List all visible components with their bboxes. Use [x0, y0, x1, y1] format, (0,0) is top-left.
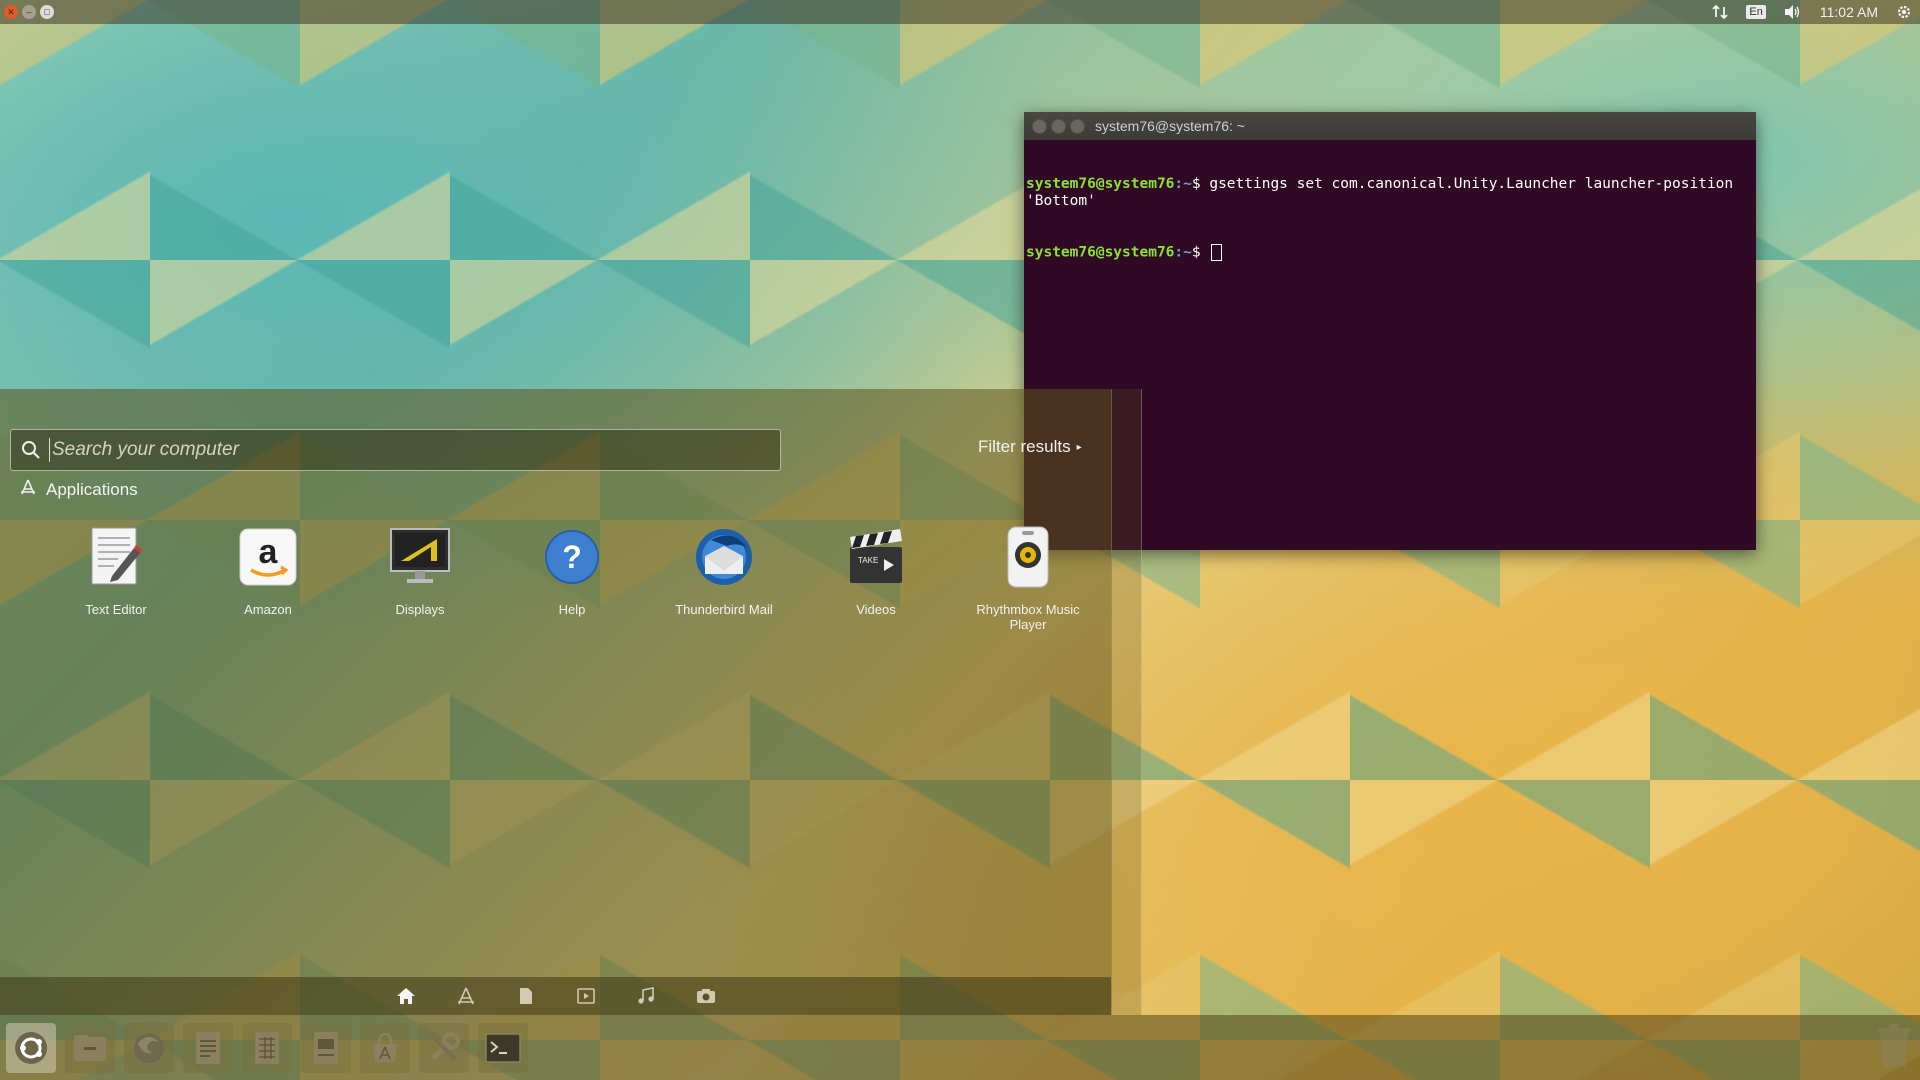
clock[interactable]: 11:02 AM: [1820, 4, 1878, 20]
app-label: Thunderbird Mail: [675, 602, 773, 617]
filter-results-label: Filter results: [978, 437, 1071, 456]
close-icon[interactable]: ✕: [4, 5, 18, 19]
app-label: Rhythmbox Music Player: [976, 602, 1080, 632]
app-amazon[interactable]: a Amazon: [192, 524, 344, 632]
maximize-icon[interactable]: □: [40, 5, 54, 19]
photos-icon[interactable]: [694, 984, 718, 1008]
applications-section-header[interactable]: Applications: [20, 479, 138, 500]
app-help[interactable]: ? Help: [496, 524, 648, 632]
app-label: Text Editor: [85, 602, 147, 617]
svg-text:TAKE: TAKE: [858, 556, 878, 565]
applications-icon[interactable]: [454, 984, 478, 1008]
volume-icon[interactable]: [1784, 4, 1802, 20]
svg-text:?: ?: [562, 539, 582, 575]
video-icon[interactable]: [574, 984, 598, 1008]
dash-edge: [1111, 389, 1142, 1015]
prompt-symbol: $: [1191, 176, 1210, 192]
calc-icon[interactable]: [242, 1022, 292, 1073]
app-rhythmbox-music-player[interactable]: Rhythmbox Music Player: [952, 524, 1104, 632]
prompt-path: :~: [1174, 176, 1192, 192]
applications-section-title: Applications: [46, 479, 138, 499]
videos-icon: TAKE: [843, 524, 909, 590]
unity-dash: Filter results ▸ Applications Text Edito…: [0, 389, 1112, 1015]
displays-icon: [387, 524, 453, 590]
applications-icon: [20, 479, 36, 500]
network-icon[interactable]: [1712, 4, 1729, 20]
impress-icon[interactable]: [301, 1022, 351, 1073]
rhythmbox-icon: [995, 524, 1061, 590]
terminal-output[interactable]: system76@system76:~$ gsettings set com.c…: [1024, 140, 1756, 298]
terminal-line: system76@system76:~$: [1026, 244, 1754, 262]
prompt-user: system76@system76: [1026, 176, 1175, 192]
maximize-icon[interactable]: [1070, 118, 1085, 134]
app-label: Displays: [395, 602, 445, 617]
top-panel: ✕ – □ En 11:02 AM: [0, 0, 1920, 24]
app-label: Help: [558, 602, 586, 617]
system-settings-icon[interactable]: [419, 1022, 469, 1073]
gear-icon[interactable]: [1896, 4, 1912, 20]
prompt-symbol: $: [1191, 244, 1210, 261]
search-input[interactable]: [49, 438, 754, 462]
app-label: Amazon: [244, 602, 292, 617]
amazon-icon: a: [235, 524, 301, 590]
svg-text:a: a: [259, 533, 279, 571]
app-label: Videos: [856, 602, 896, 617]
search-icon: [21, 440, 41, 460]
terminal-title: system76@system76: ~: [1095, 118, 1245, 134]
minimize-icon[interactable]: –: [22, 5, 36, 19]
app-text-editor[interactable]: Text Editor: [40, 524, 192, 632]
prompt-path: :~: [1174, 244, 1192, 261]
files-icon[interactable]: [514, 984, 538, 1008]
prompt-user: system76@system76: [1026, 244, 1175, 261]
lens-bar: [0, 977, 1111, 1015]
indicator-area: En 11:02 AM: [1712, 4, 1912, 20]
terminal-icon[interactable]: [478, 1022, 528, 1073]
text-cursor: [1211, 244, 1223, 261]
terminal-titlebar[interactable]: system76@system76: ~: [1024, 112, 1756, 140]
trash-icon[interactable]: [1874, 1023, 1914, 1073]
chevron-right-icon: ▸: [1076, 441, 1082, 453]
dash-home-icon[interactable]: [6, 1022, 56, 1073]
thunderbird-icon: [691, 524, 757, 590]
close-icon[interactable]: [1032, 118, 1047, 134]
terminal-line: system76@system76:~$ gsettings set com.c…: [1026, 176, 1754, 210]
app-thunderbird-mail[interactable]: Thunderbird Mail: [648, 524, 800, 632]
search-box[interactable]: [10, 429, 781, 471]
software-center-icon[interactable]: [360, 1022, 410, 1073]
firefox-icon[interactable]: [124, 1022, 174, 1073]
writer-icon[interactable]: [183, 1022, 233, 1073]
launcher: [0, 1015, 1920, 1080]
files-icon[interactable]: [65, 1022, 115, 1073]
help-icon: ?: [539, 524, 605, 590]
music-icon[interactable]: [634, 984, 658, 1008]
minimize-icon[interactable]: [1051, 118, 1066, 134]
keyboard-layout-indicator[interactable]: En: [1746, 5, 1766, 19]
desktop-wallpaper: ✕ – □ En 11:02 AM system76@system76: ~ s…: [0, 0, 1920, 1080]
app-videos[interactable]: TAKE Videos: [800, 524, 952, 632]
app-displays[interactable]: Displays: [344, 524, 496, 632]
applications-grid: Text Editor a Amazon Displays ? Help Thu…: [40, 524, 1104, 632]
terminal-window-controls: [1032, 118, 1085, 134]
home-icon[interactable]: [394, 984, 418, 1008]
filter-results-button[interactable]: Filter results ▸: [978, 437, 1082, 457]
window-controls: ✕ – □: [4, 5, 54, 19]
text-editor-icon: [83, 524, 149, 590]
